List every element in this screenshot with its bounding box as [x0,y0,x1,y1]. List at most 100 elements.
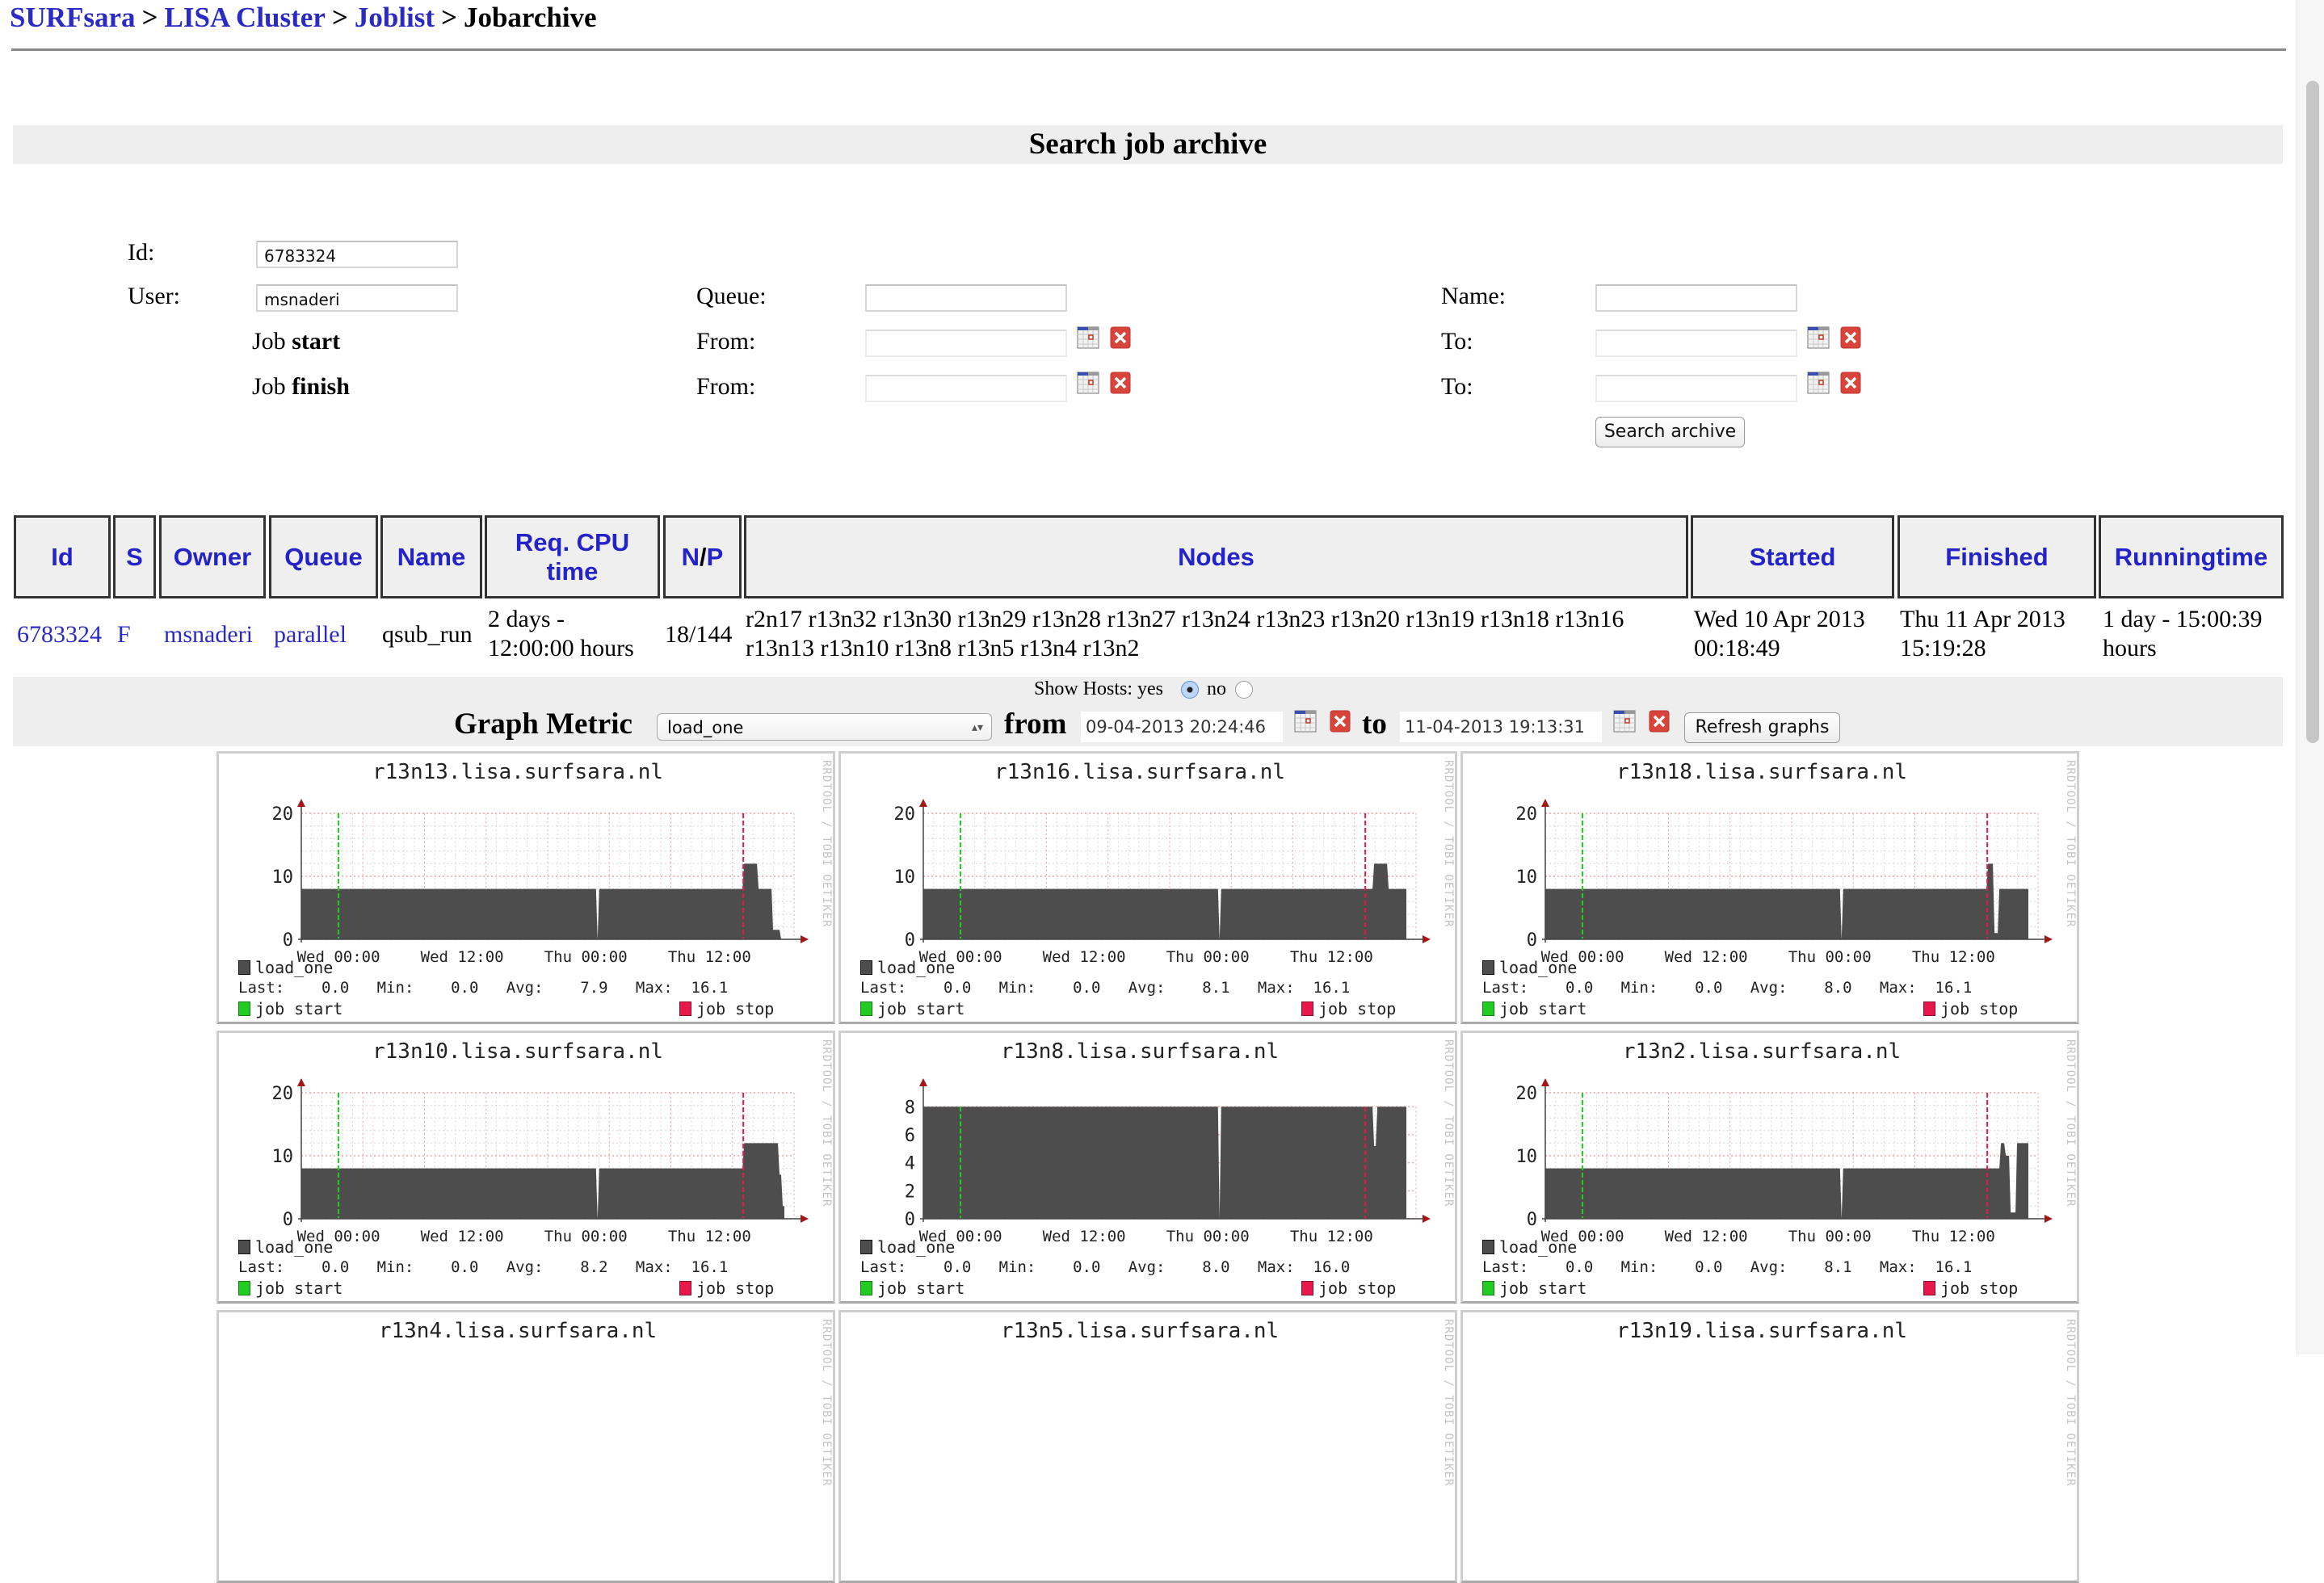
metric-select[interactable]: load_one ▴▾ [657,713,992,741]
graph-stats: Last: 0.0 Min: 0.0 Avg: 8.2 Max: 16.1 [238,1258,729,1276]
job-id-link[interactable]: 6783324 [17,620,102,649]
column-header-np[interactable]: N / P [663,515,742,598]
x-tick-label: Thu 12:00 [668,948,751,966]
x-tick-label: Thu 00:00 [544,1228,628,1245]
host-graph-panel[interactable]: r13n19.lisa.surfsara.nl RRDTOOL / TOBI OE… [1460,1310,2079,1583]
x-tick-label: Thu 00:00 [1166,948,1250,966]
name-input[interactable] [1595,284,1797,312]
legend-job-stop: job stop [1923,999,2018,1018]
job-start-swatch-icon [238,1001,250,1016]
search-archive-button[interactable]: Search archive [1595,417,1745,447]
y-tick-label: 10 [1516,1147,1538,1167]
y-tick-label: 20 [1516,1084,1538,1104]
column-header-id[interactable]: Id [14,515,111,598]
x-axis-arrow [1423,935,1431,943]
legend-job-start: job start [1482,1279,1586,1298]
start-to-input[interactable] [1595,330,1797,357]
show-hosts-no-radio[interactable] [1235,681,1253,699]
x-tick-label: Thu 00:00 [1788,948,1872,966]
y-tick-label: 10 [272,1147,294,1167]
clear-icon[interactable] [1110,372,1131,398]
show-hosts-yes-radio[interactable] [1181,681,1199,699]
start-from-input[interactable] [865,330,1067,357]
graph-stats: Last: 0.0 Min: 0.0 Avg: 8.1 Max: 16.1 [1482,1258,1973,1276]
column-header-state[interactable]: S [113,515,156,598]
header-divider [11,48,2286,51]
calendar-icon[interactable] [1077,372,1099,398]
x-tick-label: Thu 12:00 [668,1228,751,1245]
x-tick-label: Thu 12:00 [1912,1228,1995,1245]
queue-input[interactable] [865,284,1067,312]
legend-job-stop: job stop [679,1279,774,1298]
graph-to-input[interactable]: 11-04-2013 19:13:31 [1400,712,1602,742]
clear-icon[interactable] [1330,710,1351,737]
legend-series: load_one [860,1237,955,1257]
calendar-icon[interactable] [1807,372,1830,398]
y-tick-label: 0 [1527,930,1537,951]
job-start-label: Job start [252,328,340,355]
column-header-finished[interactable]: Finished [1897,515,2096,598]
finish-from-input[interactable] [865,375,1067,402]
y-tick-label: 2 [905,1182,915,1202]
breadcrumb-surfsara[interactable]: SURFsara [10,2,136,33]
column-header-req-cpu-time[interactable]: Req. CPU time [485,515,660,598]
breadcrumb-joblist[interactable]: Joblist [355,2,435,33]
refresh-graphs-button[interactable]: Refresh graphs [1684,712,1840,743]
legend-job-stop-label: job stop [1318,1279,1397,1298]
calendar-icon[interactable] [1077,326,1099,353]
column-header-queue[interactable]: Queue [269,515,378,598]
job-queue-link[interactable]: parallel [274,620,347,649]
x-tick-label: Thu 12:00 [1912,948,1995,966]
graph-from-input[interactable]: 09-04-2013 20:24:46 [1081,712,1283,742]
host-graph-panel[interactable]: r13n10.lisa.surfsara.nl RRDTOOL / TOBI OE… [216,1031,835,1304]
job-np: 18/144 [665,621,733,648]
legend-job-start: job start [238,1279,343,1298]
legend-job-start-label: job start [877,1279,965,1298]
calendar-icon[interactable] [1294,710,1317,737]
job-name: qsub_run [382,621,473,648]
clear-icon[interactable] [1649,710,1670,737]
job-owner-link[interactable]: msnaderi [164,620,253,649]
breadcrumb-lisa-cluster[interactable]: LISA Cluster [165,2,326,33]
scrollbar-thumb[interactable] [2306,81,2319,743]
clear-icon[interactable] [1110,326,1131,353]
y-axis-arrow [1541,799,1549,807]
column-header-owner[interactable]: Owner [159,515,266,598]
clear-icon[interactable] [1840,372,1861,398]
np-n: N [681,542,700,571]
host-graph-panel[interactable]: r13n2.lisa.surfsara.nl RRDTOOL / TOBI OET… [1460,1031,2079,1304]
host-graph-panel[interactable]: r13n18.lisa.surfsara.nl RRDTOOL / TOBI OE… [1460,751,2079,1024]
job-start-swatch-icon [860,1281,872,1295]
user-input[interactable]: msnaderi [256,284,458,312]
host-graph-panel[interactable]: r13n16.lisa.surfsara.nl RRDTOOL / TOBI OE… [838,751,1457,1024]
column-header-runningtime[interactable]: Runningtime [2099,515,2284,598]
job-stop-swatch-icon [1923,1001,1935,1016]
column-header-started[interactable]: Started [1691,515,1894,598]
breadcrumb-separator: > [141,2,158,33]
nodes-line1: r2n17 r13n32 r13n30 r13n29 r13n28 r13n27… [746,606,1624,632]
clear-icon[interactable] [1840,326,1861,353]
host-graph-panel[interactable]: r13n4.lisa.surfsara.nl RRDTOOL / TOBI OET… [216,1310,835,1583]
host-graph-panel[interactable]: r13n13.lisa.surfsara.nl RRDTOOL / TOBI OE… [216,751,835,1024]
job-start-swatch-icon [1482,1001,1494,1016]
legend-job-stop: job stop [1923,1279,2018,1298]
calendar-icon[interactable] [1807,326,1830,353]
host-graph-panel[interactable]: r13n5.lisa.surfsara.nl RRDTOOL / TOBI OET… [838,1310,1457,1583]
finish-to-input[interactable] [1595,375,1797,402]
column-header-name[interactable]: Name [380,515,482,598]
y-tick-label: 10 [1516,867,1538,888]
legend-series: load_one [238,1237,333,1257]
id-label: Id: [128,239,155,266]
job-stop-swatch-icon [679,1001,691,1016]
y-tick-label: 10 [894,867,916,888]
column-header-nodes[interactable]: Nodes [744,515,1688,598]
legend-job-start-label: job start [1499,1279,1587,1298]
legend-series: load_one [1482,1237,1577,1257]
legend-series-label: load_one [877,958,956,977]
legend-job-start-label: job start [1499,999,1587,1018]
calendar-icon[interactable] [1613,710,1636,737]
host-graph-panel[interactable]: r13n8.lisa.surfsara.nl RRDTOOL / TOBI OET… [838,1031,1457,1304]
id-input[interactable]: 6783324 [256,241,458,268]
legend-job-start: job start [1482,999,1586,1018]
legend-job-stop-label: job stop [696,999,775,1018]
